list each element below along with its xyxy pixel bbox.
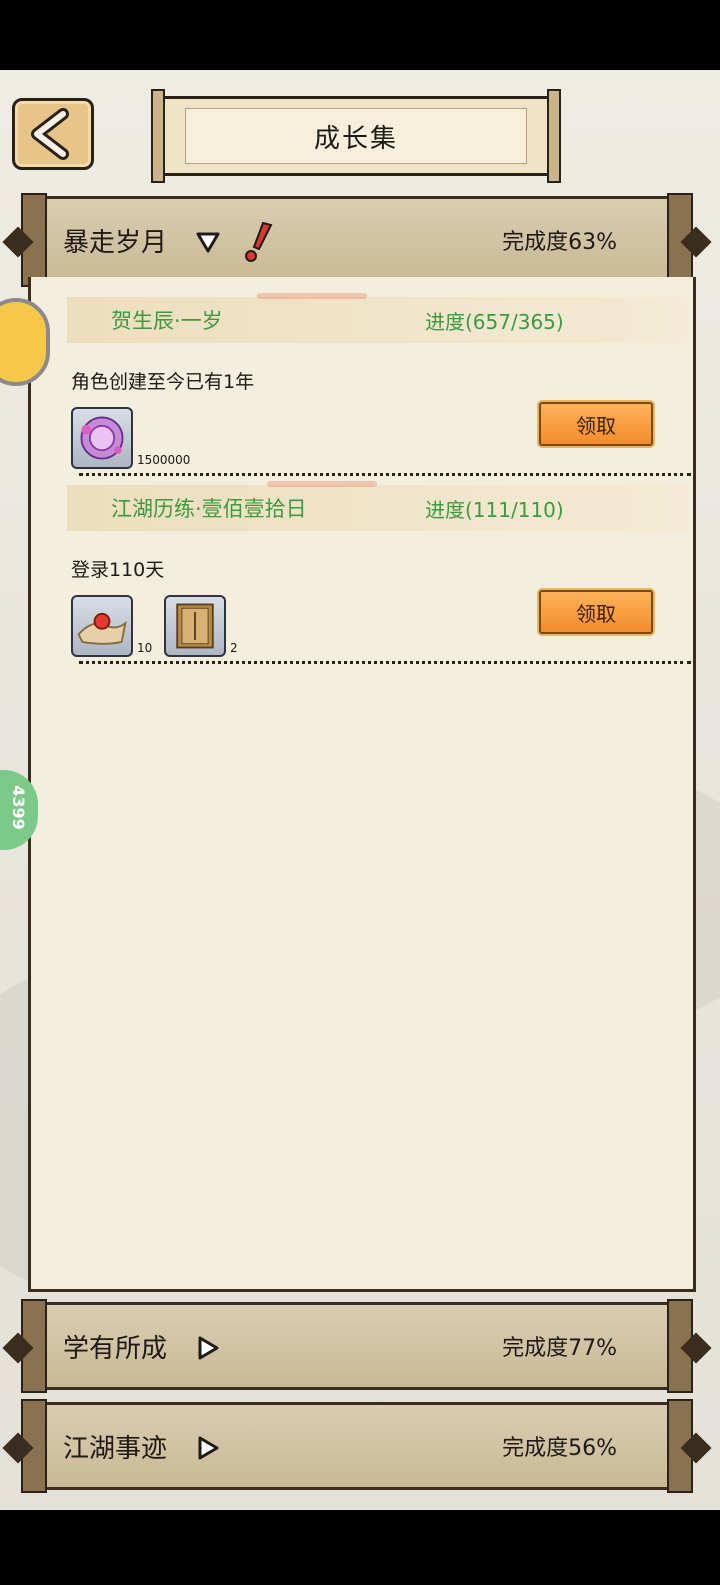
section-header-bao-zou-sui-yue[interactable]: 暴走岁月 完成度63% (2, 193, 712, 287)
reward-item[interactable] (71, 407, 133, 469)
section-title: 暴走岁月 (63, 227, 168, 258)
reward-count: 10 (137, 641, 153, 655)
task-description: 角色创建至今已有1年 (71, 371, 255, 393)
completion-rate: 完成度56% (502, 1436, 617, 1461)
triangle-right-icon[interactable] (195, 1435, 221, 1461)
task-description: 登录110天 (71, 559, 165, 581)
page-title: 成长集 (185, 108, 527, 164)
triangle-right-icon[interactable] (195, 1335, 221, 1361)
title-scroll: 成长集 (151, 89, 561, 183)
task-progress: 进度(657/365) (425, 309, 564, 334)
task-name: 江湖历练·壹佰壹拾日 (111, 497, 307, 521)
section-title: 学有所成 (63, 1333, 168, 1364)
section-title: 江湖事迹 (63, 1433, 168, 1464)
red-pearl-icon (77, 612, 127, 645)
task-header: 江湖历练·壹佰壹拾日 进度(111/110) (67, 481, 687, 531)
reward-item[interactable] (71, 595, 133, 657)
floating-avatar-button[interactable] (0, 298, 50, 386)
brush-stroke-decoration (257, 293, 367, 299)
section-header-xue-you-suo-cheng[interactable]: 学有所成 完成度77% (2, 1299, 712, 1393)
back-button[interactable] (12, 98, 94, 170)
task-progress: 进度(111/110) (425, 497, 564, 522)
book-icon (176, 603, 214, 649)
section-header-jiang-hu-shi-ji[interactable]: 江湖事迹 完成度56% (2, 1399, 712, 1493)
task-header: 贺生辰·一岁 进度(657/365) (67, 293, 687, 343)
exclamation-alert-icon (245, 221, 273, 262)
reward-item[interactable] (164, 595, 226, 657)
divider (79, 473, 691, 476)
reward-count: 1500000 (137, 453, 191, 467)
triangle-down-icon[interactable] (195, 229, 221, 255)
task-name: 贺生辰·一岁 (111, 309, 223, 333)
task-panel: 贺生辰·一岁 进度(657/365) 角色创建至今已有1年 1500000 领取… (28, 277, 696, 1292)
reward-count: 2 (230, 641, 238, 655)
completion-rate: 完成度77% (502, 1336, 617, 1361)
purple-orb-icon (80, 416, 124, 460)
floating-badge-text: 4399 (8, 785, 28, 830)
divider (79, 661, 691, 664)
back-arrow-icon (31, 108, 69, 160)
claim-button[interactable]: 领取 (539, 590, 653, 634)
claim-button[interactable]: 领取 (539, 402, 653, 446)
screen: 成长集 暴走岁月 完成度63% 贺生辰·一岁 进度(657/365) 角色创建至… (0, 70, 720, 1510)
completion-rate: 完成度63% (502, 230, 617, 255)
